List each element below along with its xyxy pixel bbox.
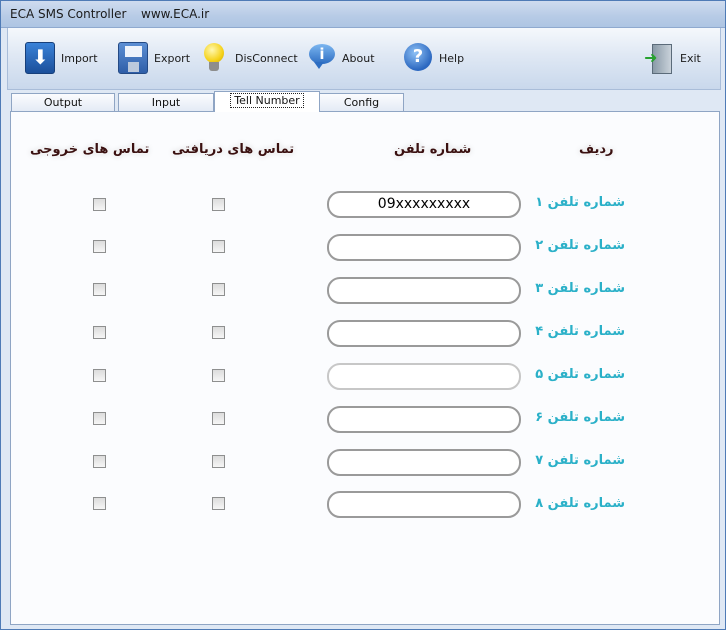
help-button[interactable]: Help	[403, 36, 464, 80]
phone-input-6[interactable]	[327, 406, 521, 433]
header-row: ردیف	[579, 142, 614, 157]
phone-input-8[interactable]	[327, 491, 521, 518]
outgoing-checkbox-8[interactable]	[93, 497, 106, 510]
window-url: www.ECA.ir	[141, 7, 210, 21]
phone-input-3[interactable]	[327, 277, 521, 304]
incoming-checkbox-1[interactable]	[212, 198, 225, 211]
header-outgoing: تماس های خروجی	[30, 142, 150, 157]
tab-output[interactable]: Output	[11, 93, 115, 111]
tab-tell-number[interactable]: Tell Number	[214, 91, 320, 112]
export-button[interactable]: Export	[118, 36, 190, 80]
tab-input[interactable]: Input	[118, 93, 214, 111]
outgoing-checkbox-6[interactable]	[93, 412, 106, 425]
phone-input-4[interactable]	[327, 320, 521, 347]
phone-input-7[interactable]	[327, 449, 521, 476]
outgoing-checkbox-1[interactable]	[93, 198, 106, 211]
incoming-checkbox-7[interactable]	[212, 455, 225, 468]
row-label-4: شماره تلفن ۴	[535, 324, 625, 339]
outgoing-checkbox-4[interactable]	[93, 326, 106, 339]
exit-door-icon	[644, 42, 674, 74]
header-phone: شماره تلفن	[394, 142, 472, 157]
row-label-6: شماره تلفن ۶	[535, 410, 625, 425]
help-label: Help	[439, 51, 465, 65]
outgoing-checkbox-2[interactable]	[93, 240, 106, 253]
row-label-3: شماره تلفن ۳	[535, 281, 625, 296]
floppy-disk-icon	[118, 42, 148, 74]
tab-config[interactable]: Config	[319, 93, 404, 111]
row-label-8: شماره تلفن ۸	[535, 496, 625, 511]
outgoing-checkbox-7[interactable]	[93, 455, 106, 468]
title-bar: ECA SMS Controller www.ECA.ir	[1, 1, 725, 28]
incoming-checkbox-4[interactable]	[212, 326, 225, 339]
help-icon	[403, 42, 433, 74]
phone-input-1[interactable]: 09xxxxxxxxx	[327, 191, 521, 218]
import-icon	[25, 42, 55, 74]
header-incoming: تماس های دریافتی	[172, 142, 295, 157]
outgoing-checkbox-3[interactable]	[93, 283, 106, 296]
outgoing-checkbox-5[interactable]	[93, 369, 106, 382]
row-label-2: شماره تلفن ۲	[535, 238, 625, 253]
disconnect-button[interactable]: DisConnect	[199, 36, 298, 80]
incoming-checkbox-3[interactable]	[212, 283, 225, 296]
lightbulb-icon	[199, 42, 229, 74]
window-title: ECA SMS Controller	[10, 7, 127, 21]
export-label: Export	[154, 51, 191, 65]
incoming-checkbox-2[interactable]	[212, 240, 225, 253]
tell-number-panel: ردیف شماره تلفن تماس های دریافتی تماس ها…	[10, 111, 720, 625]
phone-input-2[interactable]	[327, 234, 521, 261]
incoming-checkbox-5[interactable]	[212, 369, 225, 382]
row-label-7: شماره تلفن ۷	[535, 453, 625, 468]
disconnect-label: DisConnect	[235, 51, 298, 65]
toolbar: Import Export DisConnect About Help Exit	[7, 28, 721, 90]
incoming-checkbox-8[interactable]	[212, 497, 225, 510]
import-button[interactable]: Import	[25, 36, 98, 80]
info-bubble-icon	[306, 42, 336, 74]
import-label: Import	[61, 51, 98, 65]
exit-button[interactable]: Exit	[644, 36, 701, 80]
exit-label: Exit	[680, 51, 701, 65]
phone-input-5[interactable]	[327, 363, 521, 390]
row-label-1: شماره تلفن ۱	[535, 195, 625, 210]
about-label: About	[342, 51, 375, 65]
about-button[interactable]: About	[306, 36, 375, 80]
tab-strip: Output Input Tell Number Config	[11, 91, 711, 112]
row-label-5: شماره تلفن ۵	[535, 367, 625, 382]
incoming-checkbox-6[interactable]	[212, 412, 225, 425]
app-window: ECA SMS Controller www.ECA.ir Import Exp…	[0, 0, 726, 630]
